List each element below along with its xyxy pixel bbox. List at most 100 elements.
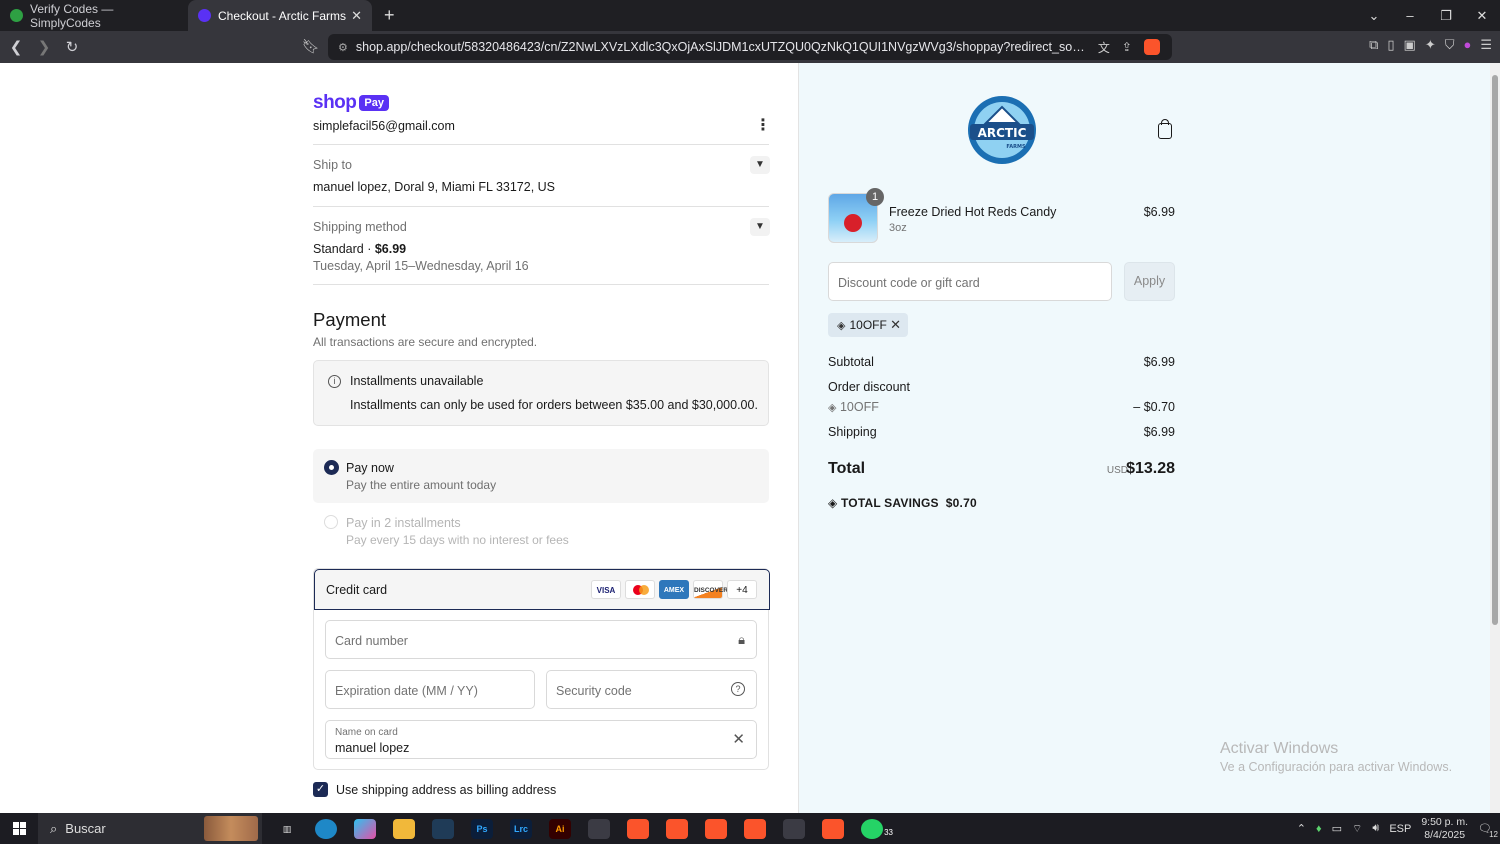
minimize-button[interactable]: – [1392, 8, 1428, 23]
total-label: Total [828, 460, 866, 477]
profile-icon[interactable]: ● [1463, 37, 1471, 53]
copilot-icon[interactable] [354, 818, 376, 839]
start-button[interactable] [0, 813, 38, 844]
language-indicator[interactable]: ESP [1389, 823, 1411, 835]
store-icon[interactable] [588, 818, 610, 839]
arctic-farms-logo[interactable]: ARCTIC FARMS [962, 93, 1042, 167]
network-app-icon[interactable]: ♦ [1316, 823, 1322, 835]
file-explorer-icon[interactable] [393, 818, 415, 839]
shipping-method-label: Shipping method [313, 220, 407, 234]
search-icon: ⌕ [50, 820, 58, 836]
apply-button[interactable]: Apply [1124, 262, 1175, 301]
edge-icon[interactable] [315, 818, 337, 839]
credit-card-header[interactable]: Credit card VISA AMEX DISCOVER +4 [314, 569, 770, 610]
pay-now-subtitle: Pay the entire amount today [346, 478, 497, 492]
pay-now-option[interactable]: Pay now Pay the entire amount today [313, 449, 769, 503]
taskbar-apps: ▥ Ps Lrc Ai 33 [276, 818, 893, 839]
wifi-icon[interactable]: ⌔ [1352, 822, 1362, 836]
close-window-button[interactable]: ✕ [1464, 8, 1500, 24]
scroll-thumb[interactable] [1492, 75, 1498, 625]
page-scrollbar[interactable] [1490, 63, 1500, 813]
ship-to-chevron-down-icon[interactable]: ▼ [750, 156, 770, 174]
photoshop-icon[interactable]: Ps [471, 818, 493, 839]
clock[interactable]: 9:50 p. m. 8/4/2025 [1421, 816, 1468, 842]
expiration-date-field[interactable]: Expiration date (MM / YY) [325, 670, 535, 709]
taskbar-search[interactable]: ⌕ Buscar [38, 813, 262, 844]
vpn-icon[interactable]: ⛉ [1445, 37, 1455, 53]
window-controls: ⌄ – ❐ ✕ [1356, 0, 1500, 31]
illustrator-icon[interactable]: Ai [549, 818, 571, 839]
close-tab-icon[interactable]: ✕ [351, 8, 362, 24]
remove-discount-icon[interactable]: ✕ [890, 313, 901, 337]
whatsapp-icon[interactable]: 33 [861, 818, 893, 839]
brave-browser-icon[interactable] [627, 818, 649, 839]
translate-icon[interactable]: 文 [1098, 39, 1110, 56]
name-on-card-value: manuel lopez [335, 741, 410, 755]
search-highlight-image [204, 816, 258, 841]
new-tab-button[interactable]: + [384, 5, 395, 26]
tray-chevron-up-icon[interactable]: ⌃ [1297, 822, 1306, 835]
menu-icon[interactable]: ☰ [1480, 37, 1492, 53]
savings-label: TOTAL SAVINGS [840, 496, 939, 510]
mastercard-icon [625, 580, 655, 599]
share-icon[interactable]: ⇪ [1122, 40, 1132, 54]
subtotal-label: Subtotal [828, 355, 874, 369]
name-on-card-field[interactable]: Name on card manuel lopez ✕ [325, 720, 757, 759]
billing-same-checkbox[interactable]: ✓ [313, 782, 328, 797]
sidebar-icon[interactable]: ▯ [1387, 37, 1394, 53]
card-number-field[interactable]: Card number 🔒︎ [325, 620, 757, 659]
url-text[interactable]: shop.app/checkout/58320486423/cn/Z2NwLXV… [356, 40, 1086, 54]
brave-browser-icon[interactable] [744, 818, 766, 839]
shipping-row: Shipping $6.99 [828, 425, 1175, 439]
brave-browser-icon[interactable] [705, 818, 727, 839]
shop-brand: shop [313, 92, 357, 113]
amex-icon: AMEX [659, 580, 689, 599]
bookmark-icon[interactable]: 🔖︎ [302, 38, 320, 55]
back-button[interactable]: ❮ [4, 38, 28, 56]
activation-watermark-title: Activar Windows [1220, 740, 1339, 757]
task-view-icon[interactable]: ▥ [276, 819, 298, 839]
logo-text: ARCTIC [978, 126, 1027, 140]
installments-text: Installments can only be used for orders… [350, 398, 758, 412]
shipping-label: Shipping [828, 425, 877, 439]
lock-icon: 🔒︎ [738, 632, 745, 647]
leo-ai-icon[interactable]: ✦ [1425, 37, 1436, 53]
reload-button[interactable]: ↻ [60, 38, 84, 56]
brave-browser-icon[interactable] [822, 818, 844, 839]
shopping-bag-icon[interactable] [1158, 119, 1172, 139]
forward-button[interactable]: ❯ [32, 38, 56, 56]
site-info-icon[interactable]: ⚙ [338, 41, 348, 54]
extensions-icon[interactable]: ⧉ [1369, 37, 1378, 53]
brave-shields-icon[interactable] [1143, 39, 1160, 55]
more-options-icon[interactable]: ⋮ [755, 115, 771, 135]
applied-code: 10OFF [849, 318, 887, 332]
tab-simplycodes[interactable]: Verify Codes — SimplyCodes [0, 0, 182, 31]
notifications-icon[interactable]: 🗨︎ 12 [1478, 822, 1498, 839]
wallet-icon[interactable]: ▣ [1404, 37, 1416, 53]
whatsapp-badge: 33 [884, 827, 893, 837]
display-icon[interactable]: ▭ [1332, 822, 1342, 835]
camera-icon[interactable] [783, 818, 805, 839]
pay-installments-option: Pay in 2 installments Pay every 15 days … [313, 509, 769, 559]
tab-list-icon[interactable]: ⌄ [1356, 8, 1392, 24]
address-bar[interactable]: ⚙ shop.app/checkout/58320486423/cn/Z2NwL… [328, 34, 1172, 60]
brave-browser-icon[interactable] [666, 818, 688, 839]
security-code-field[interactable]: Security code ? [546, 670, 757, 709]
lightroom-icon[interactable]: Lrc [510, 818, 532, 839]
card-number-placeholder: Card number [335, 634, 408, 648]
shipping-method-price: $6.99 [374, 242, 407, 256]
tab-checkout[interactable]: Checkout - Arctic Farms ✕ [188, 0, 372, 31]
simplycodes-favicon-icon [10, 9, 23, 22]
product-name: Freeze Dried Hot Reds Candy [889, 205, 1057, 219]
shipping-method-chevron-down-icon[interactable]: ▼ [750, 218, 770, 236]
app-icon[interactable] [432, 818, 454, 839]
discount-placeholder: Discount code or gift card [838, 276, 980, 290]
discount-code-input[interactable]: Discount code or gift card [828, 262, 1112, 301]
volume-icon[interactable]: 🔊︎ [1372, 822, 1379, 835]
help-icon[interactable]: ? [731, 682, 745, 696]
savings-amount: $0.70 [945, 496, 977, 510]
pay-now-radio[interactable] [324, 460, 339, 475]
restore-button[interactable]: ❐ [1428, 8, 1464, 24]
visa-icon: VISA [591, 580, 621, 599]
clear-icon[interactable]: ✕ [732, 730, 745, 748]
